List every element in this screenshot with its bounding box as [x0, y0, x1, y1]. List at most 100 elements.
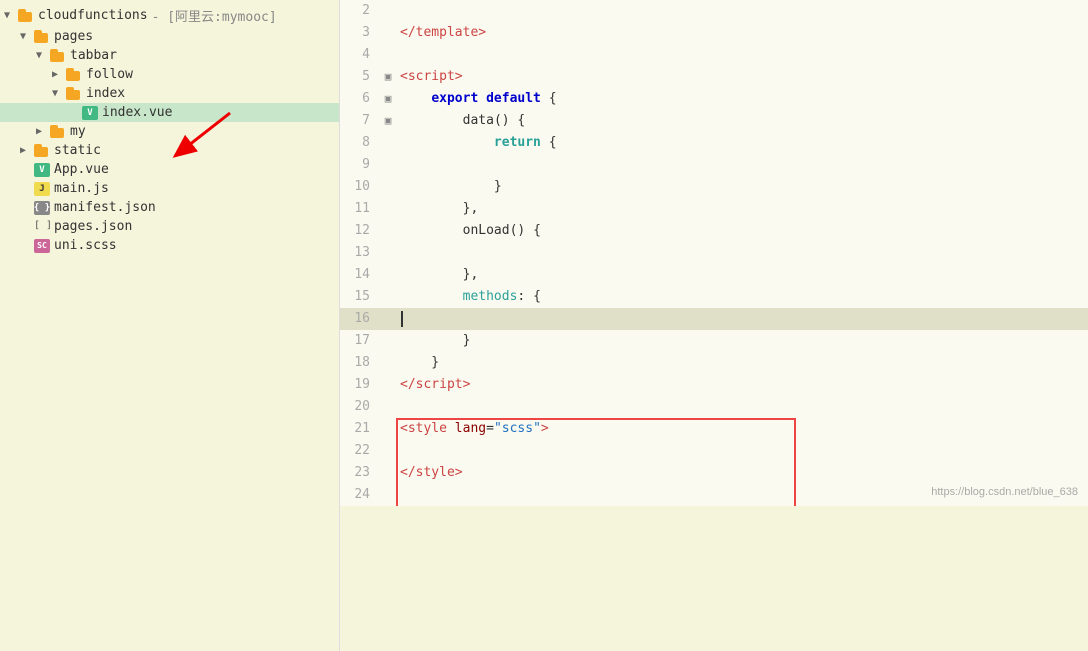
line-number: 4: [340, 44, 380, 66]
fold-indicator: [380, 242, 396, 264]
item-label: my: [70, 124, 86, 139]
code-content: },: [396, 198, 1088, 220]
line-number: 19: [340, 374, 380, 396]
line-number: 24: [340, 484, 380, 506]
file-tree: cloudfunctions - [阿里云:mymooc] pages tabb…: [0, 0, 340, 651]
fold-indicator: ▣: [380, 88, 396, 110]
editor-content[interactable]: 2 3 </template> 4 5 ▣ <script>: [340, 0, 1088, 506]
line-number: 14: [340, 264, 380, 286]
fold-indicator: [380, 220, 396, 242]
code-content: [396, 396, 1088, 418]
line-number: 21: [340, 418, 380, 440]
line-number: 3: [340, 22, 380, 44]
fold-indicator: ▣: [380, 110, 396, 132]
code-line: 6 ▣ export default {: [340, 88, 1088, 110]
line-number: 20: [340, 396, 380, 418]
arrow-icon: [36, 50, 48, 62]
line-number: 6: [340, 88, 380, 110]
arrow-icon: [4, 10, 16, 22]
line-number: 17: [340, 330, 380, 352]
folder-icon: [50, 125, 66, 139]
tree-item-pages[interactable]: pages: [0, 27, 339, 46]
item-label: tabbar: [70, 48, 117, 63]
line-number: 7: [340, 110, 380, 132]
code-content: }: [396, 330, 1088, 352]
code-content: [396, 242, 1088, 264]
code-content: </template>: [396, 22, 1088, 44]
item-label: cloudfunctions: [38, 8, 148, 23]
item-label: App.vue: [54, 162, 109, 177]
line-number: 15: [340, 286, 380, 308]
code-line: 20: [340, 396, 1088, 418]
code-content: [396, 44, 1088, 66]
file-icon: V: [82, 106, 98, 120]
tree-item-pages-json[interactable]: [ ] pages.json: [0, 217, 339, 236]
tree-item-manifest-json[interactable]: { } manifest.json: [0, 198, 339, 217]
tree-item-follow[interactable]: follow: [0, 65, 339, 84]
code-line: 22: [340, 440, 1088, 462]
file-icon: { }: [34, 201, 50, 215]
folder-icon: [34, 30, 50, 44]
item-suffix: - [阿里云:mymooc]: [152, 6, 277, 25]
tree-item-cloudfunctions[interactable]: cloudfunctions - [阿里云:mymooc]: [0, 4, 339, 27]
line-number: 10: [340, 176, 380, 198]
fold-indicator: [380, 198, 396, 220]
item-label: uni.scss: [54, 238, 117, 253]
watermark: https://blog.csdn.net/blue_638: [931, 486, 1078, 498]
code-line: 7 ▣ data() {: [340, 110, 1088, 132]
code-content: }: [396, 176, 1088, 198]
line-number: 8: [340, 132, 380, 154]
fold-indicator: [380, 264, 396, 286]
fold-indicator: [380, 286, 396, 308]
code-lines: 2 3 </template> 4 5 ▣ <script>: [340, 0, 1088, 506]
code-line: 13: [340, 242, 1088, 264]
code-content: [396, 154, 1088, 176]
code-line: 15 methods: {: [340, 286, 1088, 308]
code-line: 12 onLoad() {: [340, 220, 1088, 242]
file-icon: J: [34, 182, 50, 196]
code-content: [396, 308, 1088, 330]
code-line: 11 },: [340, 198, 1088, 220]
tree-item-tabbar[interactable]: tabbar: [0, 46, 339, 65]
code-line: 18 }: [340, 352, 1088, 374]
arrow-icon: [20, 145, 32, 157]
folder-icon: [18, 9, 34, 23]
line-number: 11: [340, 198, 380, 220]
code-line: 5 ▣ <script>: [340, 66, 1088, 88]
code-content: export default {: [396, 88, 1088, 110]
item-label: main.js: [54, 181, 109, 196]
arrow-icon: [52, 88, 64, 100]
code-content: },: [396, 264, 1088, 286]
fold-indicator: [380, 132, 396, 154]
annotation-arrow: [160, 108, 240, 168]
line-number: 12: [340, 220, 380, 242]
code-line: 10 }: [340, 176, 1088, 198]
code-content: }: [396, 352, 1088, 374]
code-content: [396, 440, 1088, 462]
code-content: </script>: [396, 374, 1088, 396]
line-number: 9: [340, 154, 380, 176]
fold-indicator: [380, 330, 396, 352]
code-line-style-close: 23 </style>: [340, 462, 1088, 484]
tree-item-uni-scss[interactable]: SC uni.scss: [0, 236, 339, 255]
code-line: 3 </template>: [340, 22, 1088, 44]
line-number: 23: [340, 462, 380, 484]
fold-indicator: [380, 484, 396, 506]
tree-item-main-js[interactable]: J main.js: [0, 179, 339, 198]
code-line: 17 }: [340, 330, 1088, 352]
code-content: </style>: [396, 462, 1088, 484]
tree-item-index[interactable]: index: [0, 84, 339, 103]
fold-indicator: [380, 154, 396, 176]
file-icon: SC: [34, 239, 50, 253]
fold-indicator: [380, 352, 396, 374]
folder-icon: [50, 49, 66, 63]
code-line: 14 },: [340, 264, 1088, 286]
code-content: <script>: [396, 66, 1088, 88]
code-content: return {: [396, 132, 1088, 154]
line-number: 2: [340, 0, 380, 22]
code-editor: 2 3 </template> 4 5 ▣ <script>: [340, 0, 1088, 651]
item-label: manifest.json: [54, 200, 156, 215]
item-label: pages.json: [54, 219, 132, 234]
item-label: follow: [86, 67, 133, 82]
code-line: 19 </script>: [340, 374, 1088, 396]
